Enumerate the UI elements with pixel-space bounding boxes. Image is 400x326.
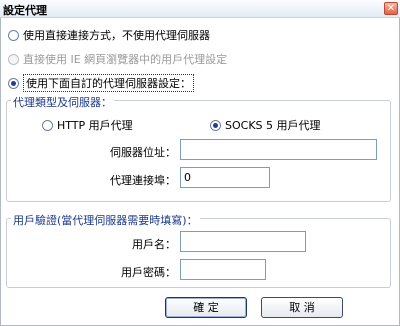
username-input[interactable] [180,231,306,252]
password-input[interactable] [180,259,266,280]
ok-button[interactable]: 確 定 [165,297,247,318]
title-bar: 設定代理 ✕ [0,0,400,18]
option-custom[interactable]: 使用下面自訂的代理伺服器設定： [8,74,194,92]
close-icon: ✕ [386,3,396,14]
radio-socks5[interactable] [210,119,221,131]
option-http-label: HTTP 用戶代理 [57,119,133,132]
radio-direct[interactable] [8,29,19,41]
close-button[interactable]: ✕ [384,2,398,15]
cancel-button[interactable]: 取 消 [261,297,343,318]
radio-custom[interactable] [8,77,19,89]
username-label: 用戶名： [132,238,176,251]
option-ie-settings[interactable]: 直接使用 IE 網頁瀏覽器中的用戶代理設定 [8,51,227,67]
port-label: 代理連接埠： [110,174,176,187]
option-direct[interactable]: 使用直接連接方式，不使用代理伺服器 [8,27,210,43]
auth-group-legend: 用戶驗證(當代理伺服器需要時填寫)： [11,212,200,228]
option-direct-label: 使用直接連接方式，不使用代理伺服器 [23,29,210,42]
radio-http[interactable] [42,119,53,131]
proxy-group-legend: 代理類型及伺服器： [11,94,114,110]
option-http[interactable]: HTTP 用戶代理 [42,117,133,133]
option-socks5[interactable]: SOCKS 5 用戶代理 [210,117,321,133]
option-ie-settings-label: 直接使用 IE 網頁瀏覽器中的用戶代理設定 [23,53,228,66]
server-address-label: 伺服器位址： [110,146,176,159]
radio-ie-settings[interactable] [8,53,19,65]
port-input[interactable] [180,167,270,188]
server-address-input[interactable] [180,139,377,160]
option-socks5-label: SOCKS 5 用戶代理 [225,119,321,132]
window-title: 設定代理 [3,4,47,17]
option-custom-label: 使用下面自訂的代理伺服器設定： [23,74,194,92]
password-label: 用戶密碼： [121,266,176,279]
